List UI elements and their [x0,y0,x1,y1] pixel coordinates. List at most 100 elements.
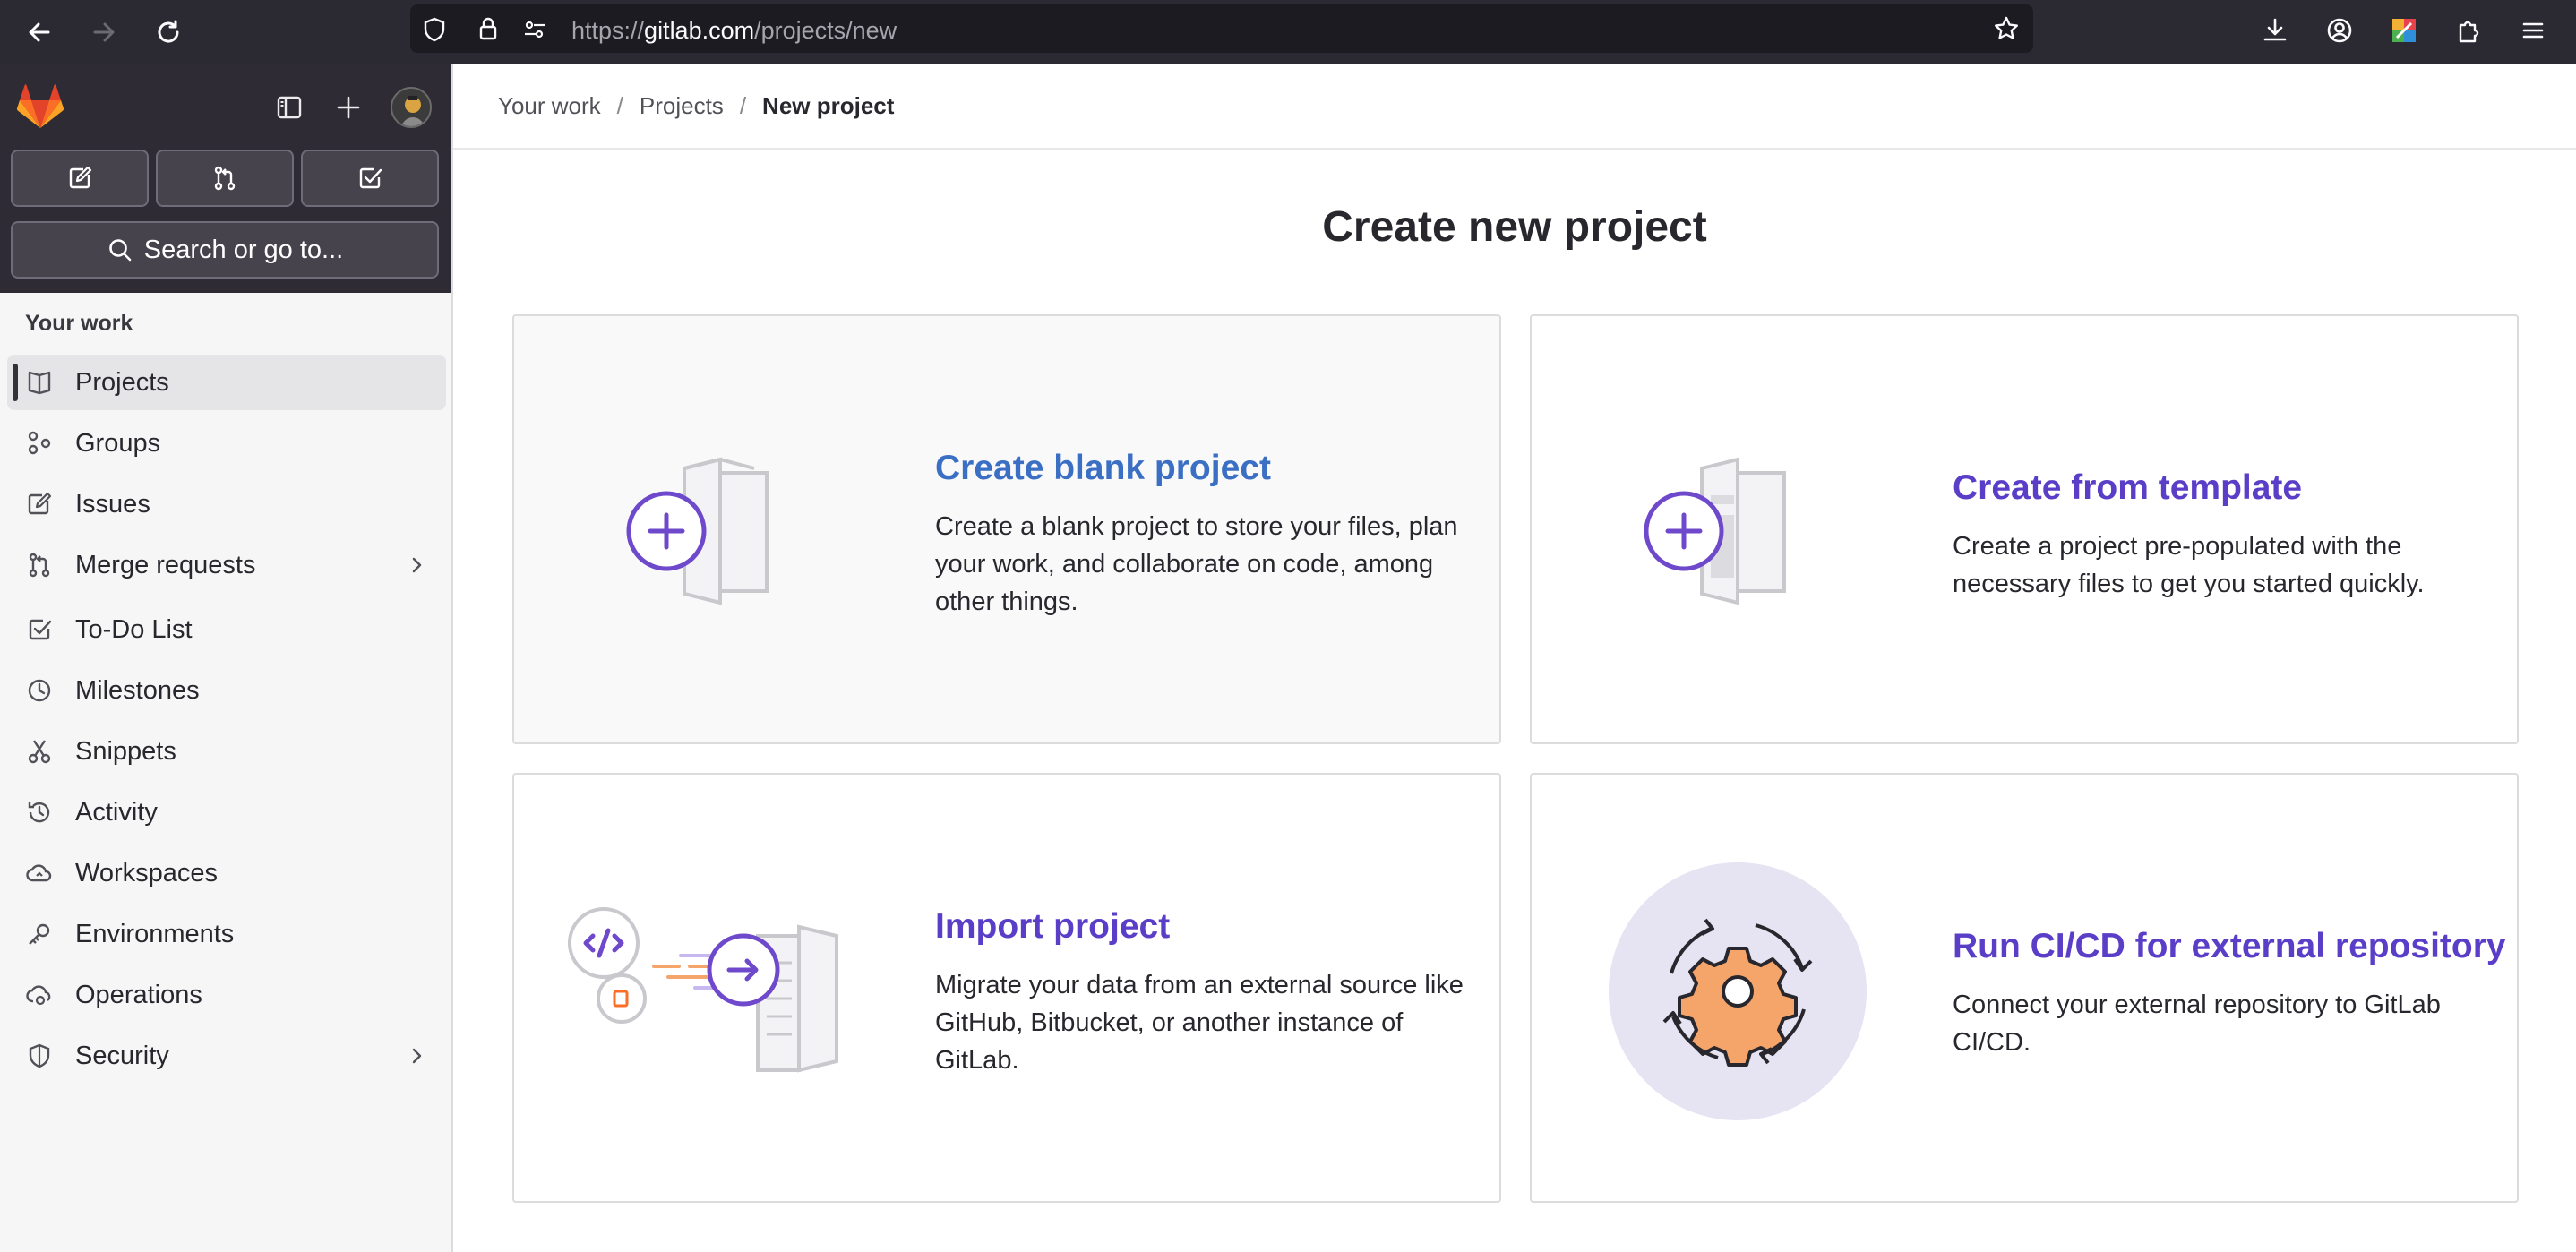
sidebar-item-label: Workspaces [75,858,219,888]
cicd-gear-illustration-icon [1609,862,1867,1120]
template-illustration-icon [1644,457,1786,605]
reload-icon [158,20,179,43]
sidebar-item-snippets[interactable]: Snippets [7,724,446,779]
breadcrumb-separator: / [616,92,623,119]
issues-icon [25,490,54,519]
extension-icon[interactable] [2384,11,2424,50]
run-cicd-card[interactable]: Run CI/CD for external repository Connec… [1530,773,2519,1203]
merge-request-icon [25,551,54,579]
card-description: Create a project pre-populated with the … [1953,532,2425,598]
create-blank-project-card[interactable]: Create blank project Create a blank proj… [512,314,1501,744]
tracking-shield-icon [424,17,445,42]
blank-project-illustration-icon [626,457,769,605]
cloud-gear-icon [25,981,54,1009]
card-text: Import project Migrate your data from an… [935,907,1490,1079]
downloads-icon[interactable] [2255,11,2295,50]
issues-icon [69,166,92,189]
assigned-issues-button[interactable] [11,150,149,207]
sidebar-item-issues[interactable]: Issues [7,476,446,532]
sidebar-item-merge-requests[interactable]: Merge requests [7,537,446,593]
sidebar-item-todo-list[interactable]: To-Do List [7,602,446,657]
history-icon [25,798,54,827]
shield-icon [25,1042,54,1070]
card-title[interactable]: Run CI/CD for external repository [1953,927,2508,966]
merge-request-icon [214,166,236,191]
card-description: Migrate your data from an external sourc… [935,971,1464,1075]
card-title[interactable]: Create blank project [935,449,1490,488]
chevron-right-icon [412,557,422,573]
browser-toolbar: https://gitlab.com/projects/new [0,0,2576,64]
todo-check-icon [359,167,382,189]
back-button[interactable] [18,11,61,54]
card-description: Connect your external repository to GitL… [1953,990,2441,1057]
forward-arrow-icon [93,22,115,42]
breadcrumb-bar: Your work / Projects / New project [453,64,2576,150]
todo-icon [25,615,54,644]
gitlab-logo-icon[interactable] [14,81,66,133]
project-icon [25,368,54,397]
sidebar-item-label: Projects [75,367,169,397]
import-project-card[interactable]: Import project Migrate your data from an… [512,773,1501,1203]
account-icon[interactable] [2320,11,2359,50]
puzzle-extensions-icon[interactable] [2449,11,2488,50]
sidebar-item-label: Environments [75,919,235,948]
breadcrumb-projects[interactable]: Projects [640,92,724,120]
sidebar-header: Search or go to... [0,64,451,293]
breadcrumb-new-project[interactable]: New project [762,92,894,120]
avatar[interactable] [391,87,432,128]
sidebar-item-label: Issues [75,489,150,519]
sidebar-item-security[interactable]: Security [7,1028,446,1084]
menu-hamburger-icon[interactable] [2513,11,2553,50]
permissions-icon [525,21,545,39]
breadcrumb-separator: / [739,92,747,119]
sidebar-toggle-icon[interactable] [267,85,312,130]
sidebar-item-label: Milestones [75,675,200,705]
lock-icon [479,17,497,40]
sidebar-item-label: To-Do List [75,614,193,644]
search-button[interactable]: Search or go to... [11,221,439,279]
reload-button[interactable] [147,11,190,54]
card-title[interactable]: Import project [935,907,1490,947]
group-icon [25,429,54,458]
sidebar-item-label: Activity [75,797,158,827]
search-icon [108,239,132,262]
sidebar-item-label: Security [75,1041,169,1070]
import-illustration-icon [568,907,838,1073]
todo-button[interactable] [301,150,439,207]
sidebar-item-environments[interactable]: Environments [7,906,446,962]
section-title-your-work: Your work [25,311,133,336]
snippet-icon [25,737,54,766]
card-title[interactable]: Create from template [1953,468,2508,508]
breadcrumb-your-work[interactable]: Your work [498,92,601,120]
create-from-template-card[interactable]: Create from template Create a project pr… [1530,314,2519,744]
back-arrow-icon [29,22,50,42]
sidebar-item-milestones[interactable]: Milestones [7,663,446,718]
page-title: Create new project [1322,203,1707,251]
search-label: Search or go to... [143,235,344,264]
sidebar-item-activity[interactable]: Activity [7,785,446,840]
sidebar-item-label: Groups [75,428,161,458]
clock-icon [25,676,54,705]
card-description: Create a blank project to store your fil… [935,512,1458,616]
sidebar-item-projects[interactable]: Projects [7,355,446,410]
sidebar-item-label: Merge requests [75,550,256,579]
sidebar-item-label: Snippets [75,736,176,766]
forward-button[interactable] [82,11,125,54]
card-text: Run CI/CD for external repository Connec… [1953,927,2508,1061]
merge-requests-button[interactable] [156,150,294,207]
card-text: Create blank project Create a blank proj… [935,449,1490,621]
environment-icon [25,920,54,948]
sidebar-item-groups[interactable]: Groups [7,416,446,471]
cloud-icon [25,859,54,888]
card-text: Create from template Create a project pr… [1953,468,2508,603]
sidebar-item-operations[interactable]: Operations [7,967,446,1023]
address-bar[interactable]: https://gitlab.com/projects/new [410,4,2033,53]
chevron-right-icon [412,1048,422,1064]
url-text[interactable]: https://gitlab.com/projects/new [571,17,897,45]
create-new-plus-icon[interactable] [326,85,371,130]
bookmark-star-icon [1995,16,2018,39]
breadcrumb: Your work / Projects / New project [498,92,894,120]
sidebar: Search or go to... Your work Projects Gr… [0,64,453,1252]
sidebar-item-label: Operations [75,980,202,1009]
sidebar-item-workspaces[interactable]: Workspaces [7,845,446,901]
